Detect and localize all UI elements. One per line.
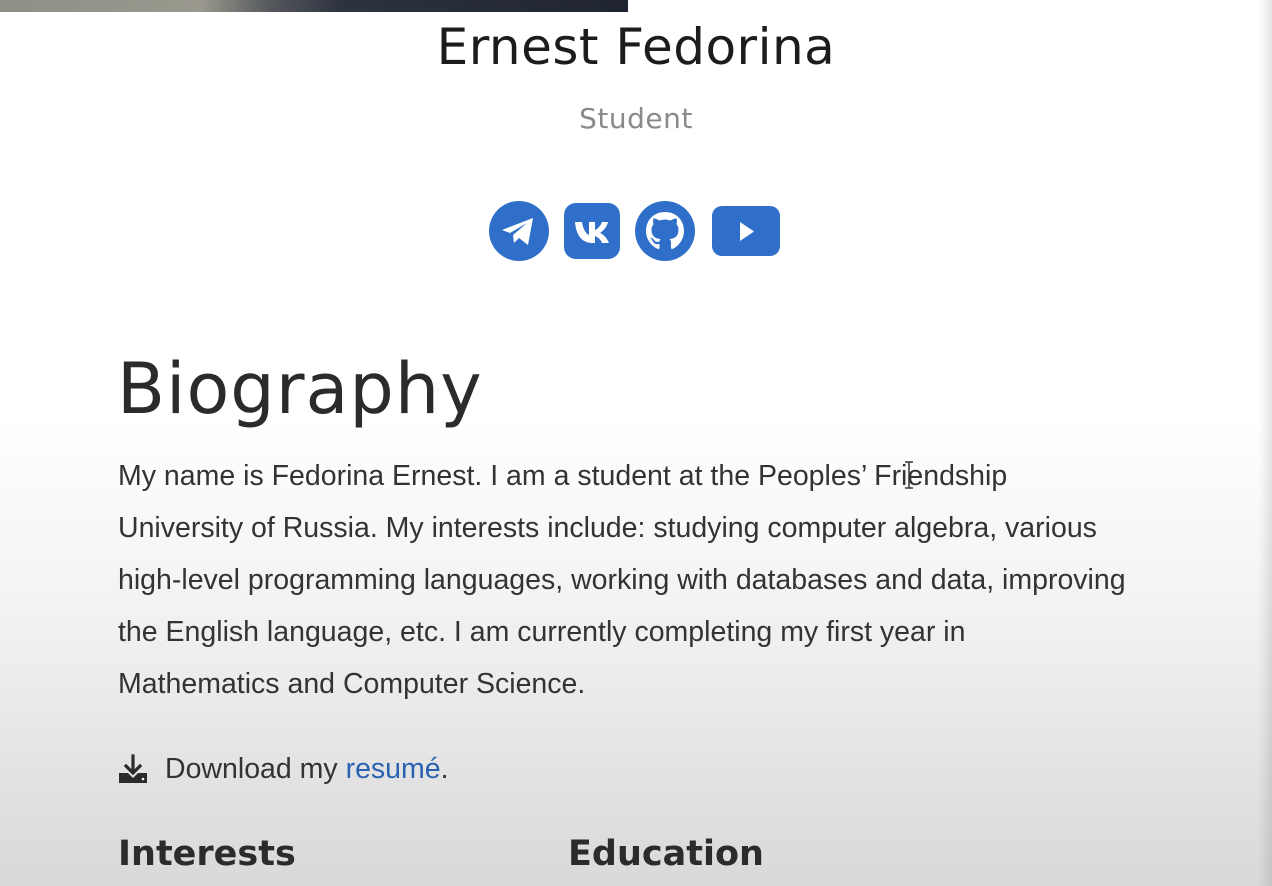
text-cursor-icon xyxy=(905,461,913,489)
download-resume: Download my resumé. xyxy=(117,744,449,794)
profile-role: Student xyxy=(579,102,693,135)
biography-heading: Biography xyxy=(117,348,483,430)
telegram-icon xyxy=(489,201,549,261)
profile-name: Ernest Fedorina xyxy=(436,18,836,76)
vk-link[interactable] xyxy=(564,203,620,259)
youtube-icon xyxy=(712,206,780,256)
resume-link[interactable]: resumé xyxy=(346,753,441,786)
vk-icon xyxy=(564,203,620,259)
youtube-link[interactable] xyxy=(712,206,780,256)
download-suffix: . xyxy=(440,752,449,785)
github-icon xyxy=(635,201,695,261)
download-icon xyxy=(119,754,147,783)
download-prefix: Download my xyxy=(165,752,338,785)
telegram-link[interactable] xyxy=(488,200,550,262)
github-link[interactable] xyxy=(634,200,696,262)
avatar-image xyxy=(0,0,628,12)
education-heading: Education xyxy=(568,834,764,874)
interests-heading: Interests xyxy=(118,834,296,874)
biography-text: My name is Fedorina Ernest. I am a stude… xyxy=(118,460,1126,700)
